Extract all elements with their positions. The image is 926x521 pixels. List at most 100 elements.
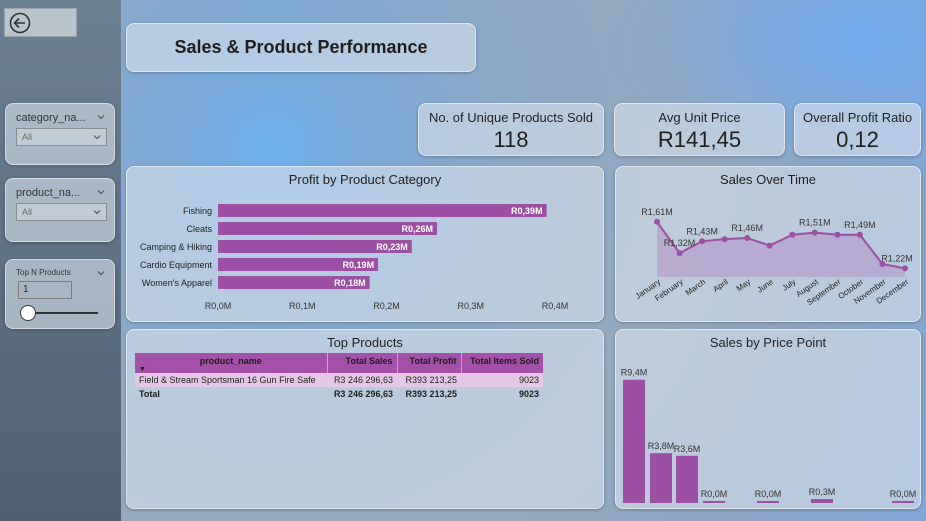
price-bar <box>676 455 698 503</box>
category-slicer-title: category_na... <box>16 112 86 124</box>
sales-point <box>789 231 796 238</box>
profit-by-category-panel: Profit by Product Category Fishing R0,39M… <box>126 166 604 322</box>
chevron-down-icon[interactable] <box>96 187 106 197</box>
point-data-label: R1,43M <box>686 226 718 236</box>
price-bar <box>703 501 725 503</box>
profit-bar-chart: Fishing R0,39M Cleats R0,26M Camping & Hikin… <box>140 204 569 311</box>
top-products-panel: Top Products product_name ▼ Total Sales T… <box>126 329 604 509</box>
bar-data-label: R3,8M <box>648 441 675 451</box>
kpi-value: 118 <box>493 127 529 152</box>
price-bar-chart: R9,4M R3,8M R3,6M R0,0M R0,0M R0,3M R0,0M <box>621 368 917 503</box>
panel-title: Top Products <box>327 335 403 350</box>
category-label: Camping & Hiking <box>140 242 212 252</box>
category-label: Women's Apparel <box>142 278 212 288</box>
kpi-card-unique-products: No. of Unique Products Sold 118 <box>418 103 604 156</box>
sales-point <box>902 265 908 272</box>
sales-point <box>766 242 773 249</box>
chevron-down-icon <box>93 210 101 215</box>
cell-total-sales: R3 246 296,63 <box>327 373 397 387</box>
sales-by-price-point-panel: Sales by Price Point R9,4M R3,8M R3,6M R0,0… <box>615 329 921 509</box>
point-data-label: R1,49M <box>844 220 876 230</box>
bar-data-label: R0,0M <box>701 489 728 499</box>
sales-point <box>699 238 706 245</box>
price-bar <box>811 499 833 503</box>
sales-point <box>834 231 841 238</box>
cell-total-profit: R393 213,25 <box>405 389 457 399</box>
category-label: Cleats <box>186 224 212 234</box>
month-label: April <box>712 277 730 294</box>
topn-value-input[interactable]: 1 <box>18 281 72 299</box>
kpi-value: 0,12 <box>836 127 879 152</box>
bar-data-label: R0,18M <box>334 278 366 288</box>
category-dropdown[interactable]: All <box>16 128 107 146</box>
top-products-table: product_name ▼ Total Sales Total Profit T… <box>135 353 543 401</box>
column-header-total-items[interactable]: Total Items Sold <box>461 353 543 373</box>
table-total-row: Total R3 246 296,63 R393 213,25 9023 <box>135 387 543 401</box>
table-row[interactable]: Field & Stream Sportsman 16 Gun Fire Saf… <box>135 373 543 387</box>
sales-point <box>721 236 728 243</box>
chevron-down-icon[interactable] <box>96 268 106 278</box>
x-tick-label: R0,1M <box>289 301 316 311</box>
sales-line-chart: R1,61MJanuaryR1,32MFebruaryR1,43MMarch Ap… <box>634 207 913 307</box>
sales-point <box>654 218 660 225</box>
product-slicer-title: product_na... <box>16 187 81 199</box>
sales-over-time-panel: Sales Over Time R1,61M January R1,32M Febru… <box>615 166 921 322</box>
kpi-card-profit-ratio: Overall Profit Ratio 0,12 <box>794 103 921 156</box>
cell-product-name: Field & Stream Sportsman 16 Gun Fire Saf… <box>135 373 327 387</box>
back-arrow-icon <box>9 12 31 33</box>
sales-point <box>856 231 863 238</box>
topn-slider-track[interactable] <box>28 312 98 314</box>
chevron-down-icon <box>93 135 101 140</box>
cell-total-profit: R393 213,25 <box>397 373 461 387</box>
category-dropdown-value: All <box>22 132 33 142</box>
category-slicer[interactable]: category_na... All <box>5 103 115 165</box>
product-dropdown[interactable]: All <box>16 203 107 221</box>
topn-slider-handle[interactable] <box>20 305 36 321</box>
product-slicer[interactable]: product_na... All <box>5 178 115 242</box>
bar-data-label: R0,19M <box>343 260 375 270</box>
price-bar <box>650 453 672 503</box>
month-label: May <box>735 277 753 293</box>
cell-total-label: Total <box>139 389 160 399</box>
column-header-total-profit[interactable]: Total Profit <box>397 353 462 373</box>
bar-data-label: R0,39M <box>511 206 543 216</box>
product-dropdown-value: All <box>22 207 33 217</box>
price-bar <box>757 501 779 503</box>
bar-data-label: R0,0M <box>890 489 917 499</box>
topn-slicer-title: Top N Products <box>16 268 71 277</box>
title-card: Sales & Product Performance <box>126 23 476 72</box>
point-data-label: R1,46M <box>731 223 763 233</box>
bar-data-label: R3,6M <box>674 444 701 454</box>
column-header-total-sales[interactable]: Total Sales <box>327 353 398 373</box>
x-tick-label: R0,2M <box>373 301 400 311</box>
chevron-down-icon[interactable] <box>96 112 106 122</box>
topn-slicer[interactable]: Top N Products 1 <box>5 259 115 329</box>
x-tick-label: R0,3M <box>457 301 484 311</box>
kpi-label: No. of Unique Products Sold <box>428 110 594 125</box>
bar-data-label: R0,26M <box>402 224 434 234</box>
sales-point <box>744 235 751 241</box>
kpi-label: Overall Profit Ratio <box>802 110 913 125</box>
page-title: Sales & Product Performance <box>174 37 428 57</box>
price-bar <box>892 501 914 503</box>
month-label: June <box>755 277 775 295</box>
point-data-label: R1,22M <box>881 253 913 263</box>
bar-data-label: R0,23M <box>376 242 408 252</box>
category-label: Fishing <box>183 206 212 216</box>
price-bar <box>623 379 645 503</box>
profit-bar <box>218 204 547 217</box>
column-header-product-name[interactable]: product_name ▼ <box>135 353 328 373</box>
bar-data-label: R0,3M <box>809 487 836 497</box>
sales-point <box>676 250 683 257</box>
sales-point <box>811 229 818 236</box>
kpi-value: R141,45 <box>657 127 742 152</box>
month-label: March <box>684 277 707 297</box>
bar-data-label: R0,0M <box>755 489 782 499</box>
back-button[interactable] <box>4 8 77 37</box>
x-tick-label: R0,4M <box>542 301 569 311</box>
sort-down-icon[interactable]: ▼ <box>139 366 146 373</box>
kpi-label: Avg Unit Price <box>658 110 741 125</box>
cell-total-items: 9023 <box>518 389 539 399</box>
category-label: Cardio Equipment <box>140 260 213 270</box>
kpi-card-avg-unit-price: Avg Unit Price R141,45 <box>614 103 785 156</box>
